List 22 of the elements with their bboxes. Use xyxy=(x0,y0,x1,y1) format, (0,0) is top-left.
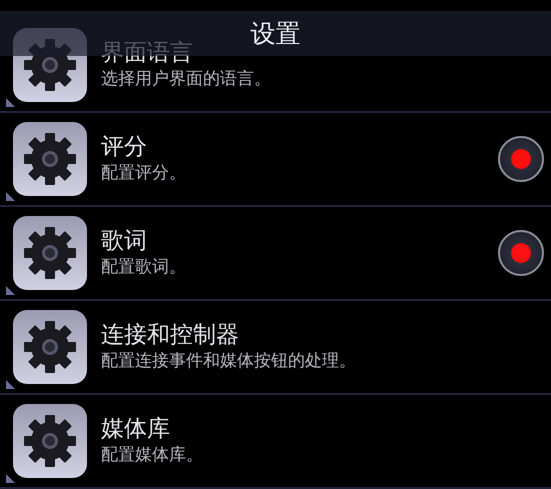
item-title: 界面语言 xyxy=(101,40,194,68)
header-title: 设置 xyxy=(250,18,300,50)
gear-icon xyxy=(11,120,89,198)
corner-triangle-icon xyxy=(6,98,15,107)
corner-triangle-icon xyxy=(6,192,15,201)
gear-icon xyxy=(11,214,89,292)
item-subtitle: 配置歌词。 xyxy=(101,256,187,278)
item-title: 歌词 xyxy=(101,228,148,256)
gear-icon xyxy=(11,402,89,480)
item-title: 评分 xyxy=(101,134,148,162)
item-subtitle: 选择用户界面的语言。 xyxy=(101,68,272,90)
toggle-button[interactable] xyxy=(498,230,544,276)
corner-triangle-icon xyxy=(6,474,15,483)
gear-icon xyxy=(11,308,89,386)
item-subtitle: 配置连接事件和媒体按钮的处理。 xyxy=(101,350,357,372)
item-title: 媒体库 xyxy=(101,416,171,444)
item-title: 连接和控制器 xyxy=(101,322,240,350)
item-subtitle: 配置评分。 xyxy=(101,162,187,184)
corner-triangle-icon xyxy=(6,286,15,295)
toggle-button[interactable] xyxy=(498,136,544,182)
item-subtitle: 配置媒体库。 xyxy=(101,444,204,466)
corner-triangle-icon xyxy=(6,380,15,389)
